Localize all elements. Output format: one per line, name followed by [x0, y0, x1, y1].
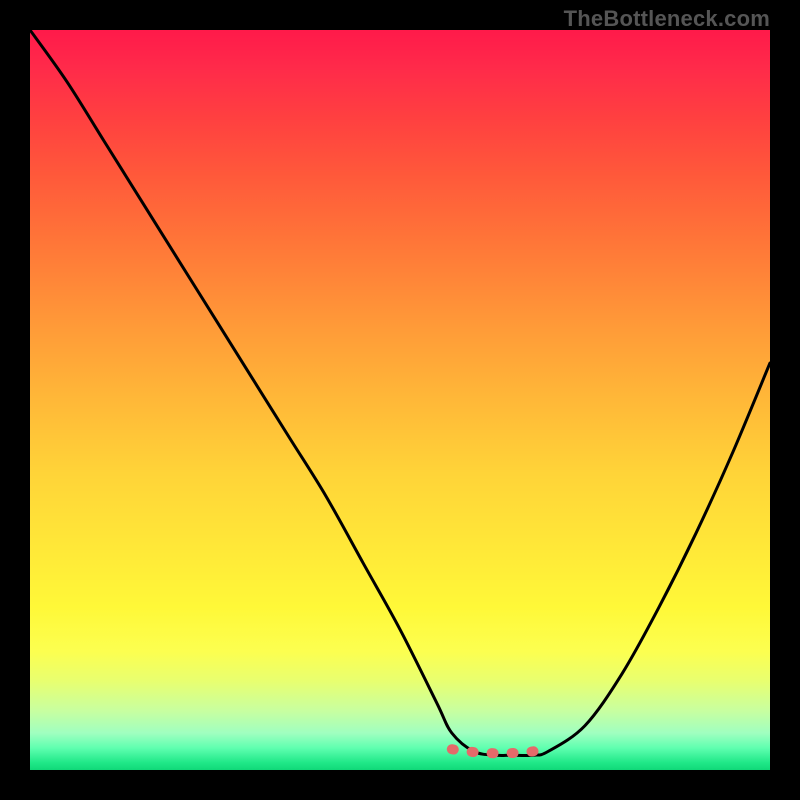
chart-svg	[30, 30, 770, 770]
plot-area	[30, 30, 770, 770]
optimal-range-dots	[452, 749, 548, 753]
chart-container: TheBottleneck.com	[0, 0, 800, 800]
bottleneck-curve	[30, 30, 770, 755]
watermark-text: TheBottleneck.com	[564, 6, 770, 32]
